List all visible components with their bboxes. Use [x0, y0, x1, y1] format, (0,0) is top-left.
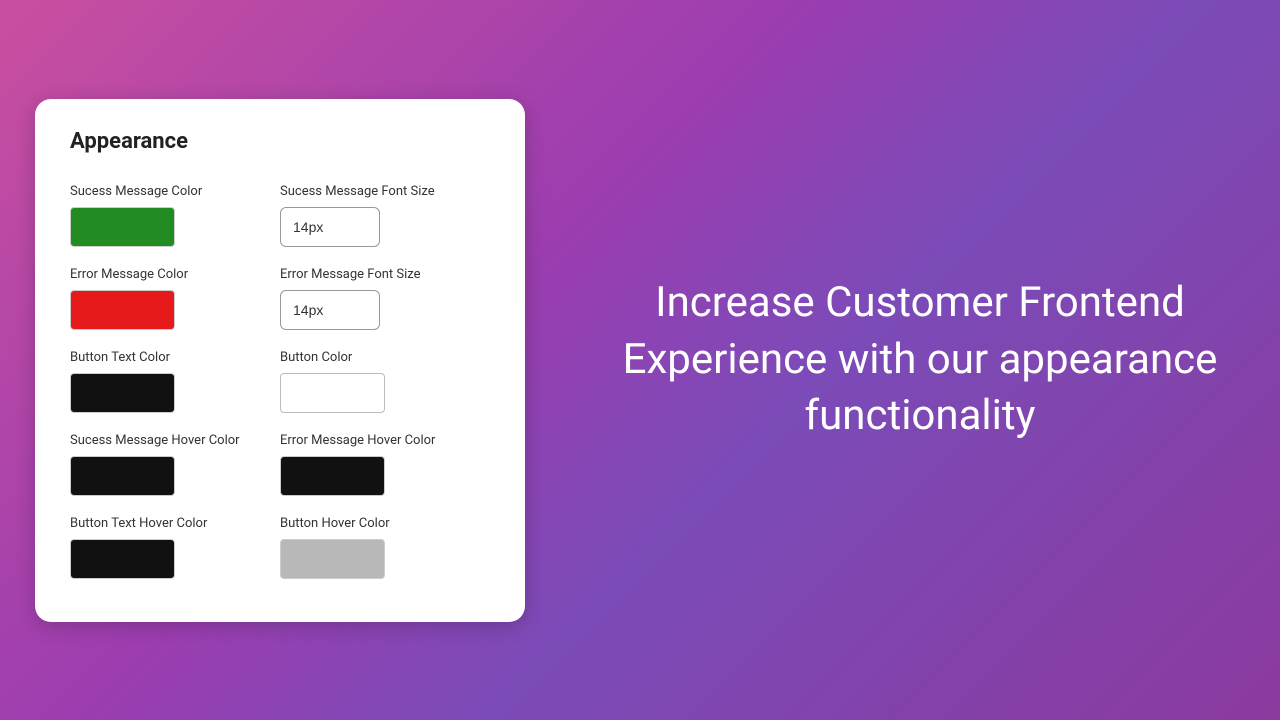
button-text-hover-swatch[interactable] — [70, 539, 175, 579]
success-hover-swatch[interactable] — [70, 456, 175, 496]
button-text-color-swatch[interactable] — [70, 373, 175, 413]
settings-grid: Sucess Message Color Sucess Message Font… — [70, 176, 490, 587]
left-panel: Appearance Sucess Message Color Sucess M… — [0, 0, 560, 720]
setting-group-error-color: Error Message Color — [70, 259, 280, 338]
error-color-swatch[interactable] — [70, 290, 175, 330]
appearance-card: Appearance Sucess Message Color Sucess M… — [35, 99, 525, 622]
success-color-swatch[interactable] — [70, 207, 175, 247]
button-color-swatch[interactable] — [280, 373, 385, 413]
button-hover-swatch[interactable] — [280, 539, 385, 579]
promo-line3: functionality — [805, 391, 1036, 440]
button-text-hover-label: Button Text Hover Color — [70, 516, 280, 531]
setting-group-button-text-hover: Button Text Hover Color — [70, 508, 280, 587]
setting-group-error-hover: Error Message Hover Color — [280, 425, 490, 504]
success-font-label: Sucess Message Font Size — [280, 184, 490, 199]
card-title: Appearance — [70, 129, 490, 154]
button-color-label: Button Color — [280, 350, 490, 365]
error-font-label: Error Message Font Size — [280, 267, 490, 282]
setting-group-button-hover: Button Hover Color — [280, 508, 490, 587]
error-font-size-input[interactable] — [280, 290, 380, 330]
success-font-size-input[interactable] — [280, 207, 380, 247]
promo-line1: Increase Customer Frontend — [655, 278, 1185, 327]
setting-group-success-hover: Sucess Message Hover Color — [70, 425, 280, 504]
setting-group-error-font: Error Message Font Size — [280, 259, 490, 338]
setting-group-button-text-color: Button Text Color — [70, 342, 280, 421]
error-hover-label: Error Message Hover Color — [280, 433, 490, 448]
error-hover-swatch[interactable] — [280, 456, 385, 496]
button-hover-label: Button Hover Color — [280, 516, 490, 531]
setting-group-button-color: Button Color — [280, 342, 490, 421]
setting-group-success-color: Sucess Message Color — [70, 176, 280, 255]
error-color-label: Error Message Color — [70, 267, 280, 282]
right-panel: Increase Customer Frontend Experience wi… — [560, 235, 1280, 485]
success-color-label: Sucess Message Color — [70, 184, 280, 199]
setting-group-success-font: Sucess Message Font Size — [280, 176, 490, 255]
promo-text: Increase Customer Frontend Experience wi… — [623, 275, 1218, 445]
success-hover-label: Sucess Message Hover Color — [70, 433, 280, 448]
button-text-color-label: Button Text Color — [70, 350, 280, 365]
promo-line2: Experience with our appearance — [623, 335, 1218, 384]
